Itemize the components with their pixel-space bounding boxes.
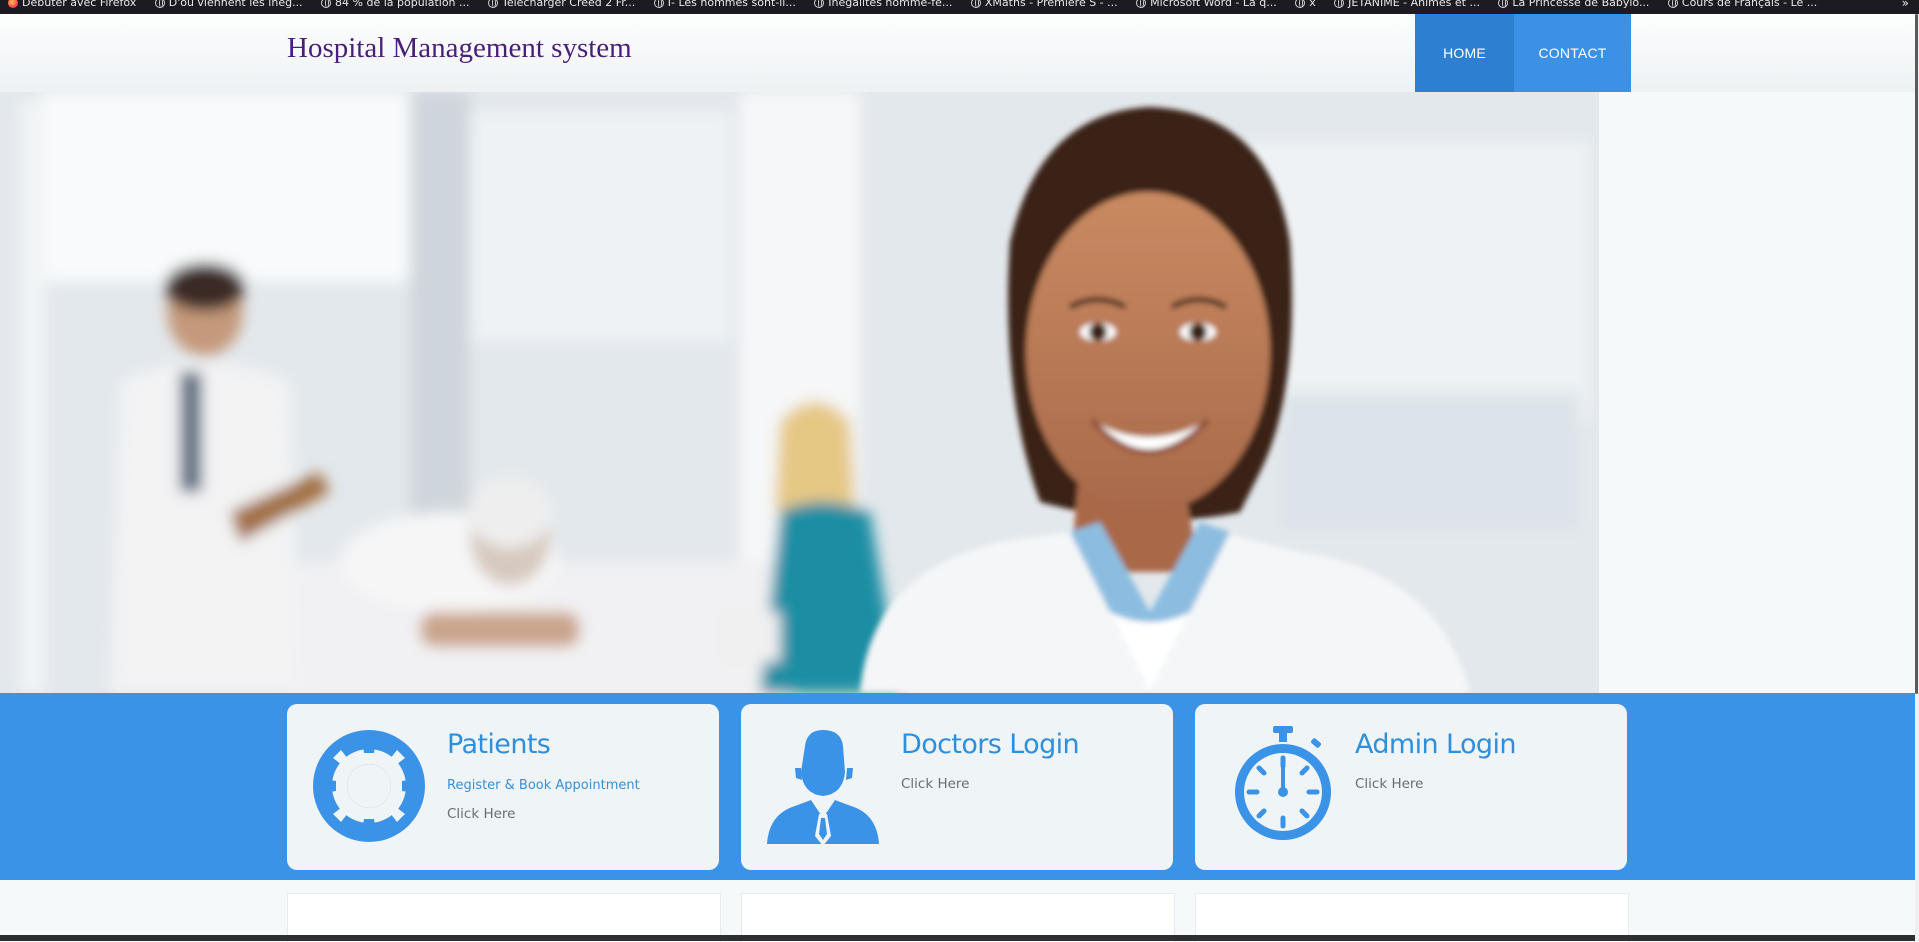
bookmark-label: La Princesse de Babylo... xyxy=(1512,0,1650,9)
globe-icon xyxy=(1498,0,1509,8)
globe-icon xyxy=(321,0,332,8)
lifebuoy-icon xyxy=(313,730,425,842)
globe-icon xyxy=(653,0,664,8)
bookmark-label: D'où viennent les inég... xyxy=(168,0,303,9)
bookmark-label: x xyxy=(1309,0,1316,9)
bookmark-label: JETANIME - Animés et ... xyxy=(1348,0,1480,9)
nav-contact[interactable]: CONTACT xyxy=(1514,14,1631,92)
patients-card[interactable]: Patients Register & Book Appointment Cli… xyxy=(287,704,719,870)
globe-icon xyxy=(970,0,981,8)
bookmark-item[interactable]: XMaths - Première S - ... xyxy=(970,0,1118,10)
page-scrollbar[interactable] xyxy=(1915,14,1919,941)
bookmark-item[interactable]: D'où viennent les inég... xyxy=(154,0,303,10)
bottom-strip xyxy=(0,935,1915,941)
bookmark-item[interactable]: Inégalités homme-fe... xyxy=(814,0,952,10)
bookmark-item[interactable]: Cours de Français - Le ... xyxy=(1667,0,1818,10)
firefox-icon xyxy=(8,0,18,8)
scrollbar-thumb[interactable] xyxy=(1915,14,1918,694)
globe-icon xyxy=(1295,0,1306,8)
bookmark-item[interactable]: 84 % de la population ... xyxy=(321,0,470,10)
bookmark-item[interactable]: Débuter avec Firefox xyxy=(8,0,136,10)
main-nav: HOME CONTACT xyxy=(1415,14,1631,92)
feature-band: Patients Register & Book Appointment Cli… xyxy=(0,693,1915,880)
bookmark-item[interactable]: JETANIME - Animés et ... xyxy=(1334,0,1480,10)
site-header: Hospital Management system HOME CONTACT xyxy=(0,14,1915,92)
bookmarks-toolbar: Débuter avec Firefox D'où viennent les i… xyxy=(0,0,1919,14)
globe-icon xyxy=(814,0,825,8)
bookmark-label: Cours de Français - Le ... xyxy=(1681,0,1818,9)
patients-card-title: Patients xyxy=(447,729,551,760)
bookmarks-overflow-button[interactable]: » xyxy=(1902,0,1909,10)
nav-home[interactable]: HOME xyxy=(1415,14,1514,92)
bookmark-item[interactable]: Microsoft Word - La q... xyxy=(1136,0,1277,10)
hero-side-space xyxy=(1599,92,1915,693)
bookmark-item[interactable]: Télécharger Creed 2 Fr... xyxy=(487,0,636,10)
site-title[interactable]: Hospital Management system xyxy=(287,32,632,65)
admin-click-here-link[interactable]: Click Here xyxy=(1355,776,1423,792)
bookmark-label: Débuter avec Firefox xyxy=(22,0,137,9)
bookmark-item[interactable]: x xyxy=(1295,0,1316,10)
patients-card-subtitle[interactable]: Register & Book Appointment xyxy=(447,778,640,793)
stopwatch-icon xyxy=(1235,726,1331,840)
bookmark-label: Télécharger Creed 2 Fr... xyxy=(501,0,636,9)
admin-card-title: Admin Login xyxy=(1355,729,1516,760)
admin-login-card[interactable]: Admin Login Click Here xyxy=(1195,704,1627,870)
bookmark-item[interactable]: I- Les hommes sont-il... xyxy=(653,0,796,10)
doctors-login-card[interactable]: Doctors Login Click Here xyxy=(741,704,1173,870)
bookmark-label: XMaths - Première S - ... xyxy=(984,0,1118,9)
bookmark-label: 84 % de la population ... xyxy=(335,0,470,9)
globe-icon xyxy=(154,0,165,8)
bookmark-label: Microsoft Word - La q... xyxy=(1150,0,1277,9)
globe-icon xyxy=(1667,0,1678,8)
bookmark-label: Inégalités homme-fe... xyxy=(828,0,953,9)
globe-icon xyxy=(1334,0,1345,8)
globe-icon xyxy=(1136,0,1147,8)
hero-image xyxy=(0,92,1599,693)
hero-illustration xyxy=(0,92,1599,693)
doctors-click-here-link[interactable]: Click Here xyxy=(901,776,969,792)
doctors-card-title: Doctors Login xyxy=(901,729,1080,760)
bookmark-item[interactable]: La Princesse de Babylo... xyxy=(1498,0,1649,10)
bookmark-label: I- Les hommes sont-il... xyxy=(667,0,796,9)
patients-click-here-link[interactable]: Click Here xyxy=(447,806,515,822)
doctor-icon xyxy=(767,730,879,844)
globe-icon xyxy=(487,0,498,8)
